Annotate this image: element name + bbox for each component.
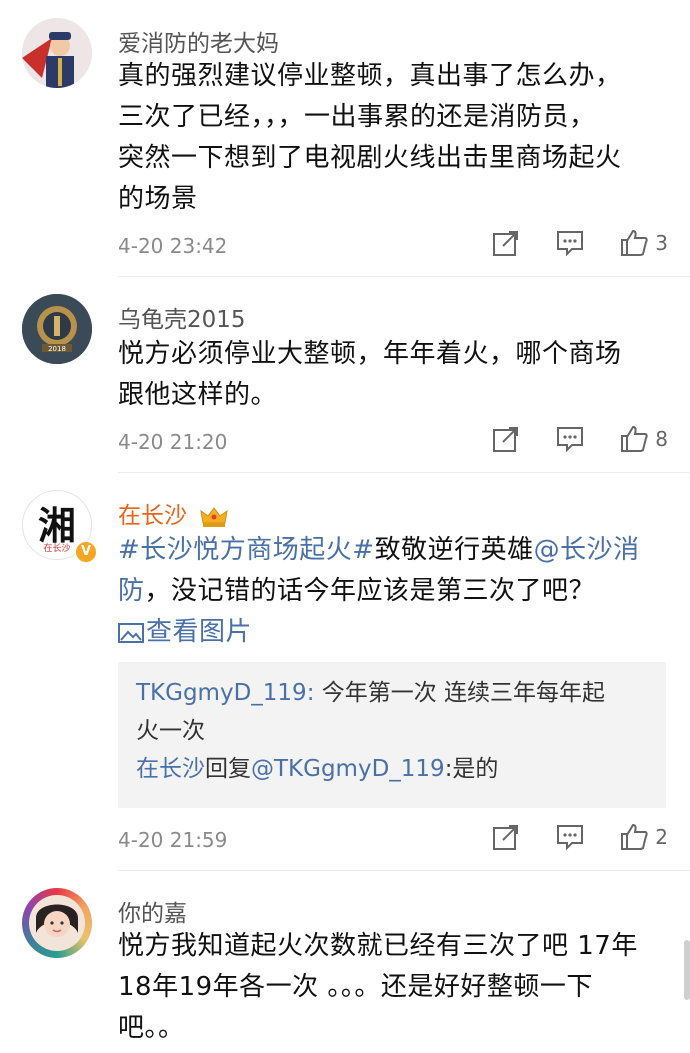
action-bar: 3 bbox=[469, 228, 668, 258]
text-line: 跟他这样的。 bbox=[118, 380, 278, 410]
text-line: 的场景 bbox=[118, 184, 198, 214]
reply-text: :是的 bbox=[444, 756, 499, 782]
scrollbar[interactable] bbox=[684, 940, 690, 1000]
reply-username[interactable]: TKGgmyD_119 bbox=[136, 680, 307, 706]
text-line: 吧。。 bbox=[118, 1013, 185, 1043]
reply-word: 回复 bbox=[205, 756, 251, 782]
text-line: #长沙悦方商场起火#致敬逆行英雄@长沙消 bbox=[118, 530, 678, 571]
comment-text: 悦方我知道起火次数就已经有三次了吧 17年 18年19年各一次 。。。还是好好整… bbox=[118, 926, 678, 1049]
username[interactable]: 在长沙 bbox=[118, 503, 187, 529]
comment-icon bbox=[557, 231, 584, 257]
image-icon bbox=[118, 622, 144, 643]
username[interactable]: 你的嘉 bbox=[118, 894, 187, 928]
view-image-label: 查看图片 bbox=[146, 617, 253, 647]
avatar[interactable]: 2018 bbox=[22, 294, 92, 364]
reply-item: 在长沙回复@TKGgmyD_119:是的 bbox=[136, 750, 648, 788]
avatar[interactable] bbox=[22, 18, 92, 88]
text-segment: ，没记错的话今年应该是第三次了吧？ bbox=[144, 576, 596, 606]
divider bbox=[118, 472, 690, 473]
comment-button[interactable] bbox=[555, 822, 585, 852]
text-line: 18年19年各一次 。。。还是好好整顿一下 bbox=[118, 972, 593, 1002]
like-button[interactable]: 2 bbox=[619, 822, 668, 852]
repost-button[interactable] bbox=[491, 228, 521, 258]
divider bbox=[118, 276, 690, 277]
firefighter-avatar-icon bbox=[22, 18, 92, 88]
verified-badge: V bbox=[74, 540, 98, 564]
comment-text: 悦方必须停业大整顿，年年着火，哪个商场 跟他这样的。 bbox=[118, 334, 678, 416]
comment-text: #长沙悦方商场起火#致敬逆行英雄@长沙消 防，没记错的话今年应该是第三次了吧？ … bbox=[118, 530, 678, 653]
avatar[interactable] bbox=[22, 888, 92, 958]
username-row: 在长沙 bbox=[118, 496, 229, 530]
text-line: 防，没记错的话今年应该是第三次了吧？ bbox=[118, 571, 678, 612]
text-segment: 致敬逆行英雄 bbox=[374, 535, 534, 565]
text-line: 悦方必须停业大整顿，年年着火，哪个商场 bbox=[118, 339, 622, 369]
reply-box[interactable]: TKGgmyD_119: 今年第一次 连续三年每年起 火一次 在长沙回复@TKG… bbox=[118, 662, 666, 808]
action-bar: 2 bbox=[469, 822, 668, 852]
comment-button[interactable] bbox=[555, 424, 585, 454]
thumbs-up-icon bbox=[621, 823, 648, 850]
like-count: 3 bbox=[655, 231, 668, 255]
crown-icon bbox=[200, 506, 229, 527]
reply-text: 今年第一次 连续三年每年起 bbox=[314, 680, 606, 706]
share-icon bbox=[493, 825, 519, 850]
action-bar: 8 bbox=[469, 424, 668, 454]
thumbs-up-icon bbox=[621, 229, 648, 256]
hashtag-link[interactable]: #长沙悦方商场起火# bbox=[118, 535, 375, 565]
like-count: 8 bbox=[655, 427, 668, 451]
reply-item: TKGgmyD_119: 今年第一次 连续三年每年起 bbox=[136, 674, 648, 712]
share-icon bbox=[493, 427, 519, 452]
comment-icon bbox=[557, 427, 584, 453]
text-line: 悦方我知道起火次数就已经有三次了吧 17年 bbox=[118, 931, 638, 961]
comment-text: 真的强烈建议停业整顿，真出事了怎么办， 三次了已经，，，一出事累的还是消防员， … bbox=[118, 56, 678, 220]
mention-link-continued[interactable]: 防 bbox=[118, 576, 145, 606]
username[interactable]: 爱消防的老大妈 bbox=[118, 24, 279, 58]
text-line: 三次了已经，，，一出事累的还是消防员， bbox=[118, 102, 596, 132]
timestamp: 4-20 23:42 bbox=[118, 234, 228, 258]
timestamp: 4-20 21:59 bbox=[118, 828, 228, 852]
portrait-avatar-icon bbox=[29, 895, 85, 951]
like-button[interactable]: 3 bbox=[619, 228, 668, 258]
mention-link[interactable]: @长沙消 bbox=[534, 535, 640, 565]
thumbs-up-icon bbox=[621, 425, 648, 452]
like-button[interactable]: 8 bbox=[619, 424, 668, 454]
like-count: 2 bbox=[655, 825, 668, 849]
reply-target[interactable]: @TKGgmyD_119 bbox=[251, 756, 445, 782]
comment-button[interactable] bbox=[555, 228, 585, 258]
timestamp: 4-20 21:20 bbox=[118, 430, 228, 454]
share-icon bbox=[493, 231, 519, 256]
comment-icon bbox=[557, 825, 584, 851]
reply-username[interactable]: 在长沙 bbox=[136, 756, 205, 782]
text-line: 突然一下想到了电视剧火线出击里商场起火 bbox=[118, 143, 622, 173]
repost-button[interactable] bbox=[491, 424, 521, 454]
divider bbox=[118, 870, 690, 871]
badge-2018-avatar-icon: 2018 bbox=[22, 294, 92, 364]
username[interactable]: 乌龟壳2015 bbox=[118, 300, 246, 334]
repost-button[interactable] bbox=[491, 822, 521, 852]
text-line: 真的强烈建议停业整顿，真出事了怎么办， bbox=[118, 61, 622, 91]
view-image-link[interactable]: 查看图片 bbox=[118, 612, 678, 653]
reply-text-continued: 火一次 bbox=[136, 718, 205, 744]
svg-text:2018: 2018 bbox=[48, 345, 66, 353]
